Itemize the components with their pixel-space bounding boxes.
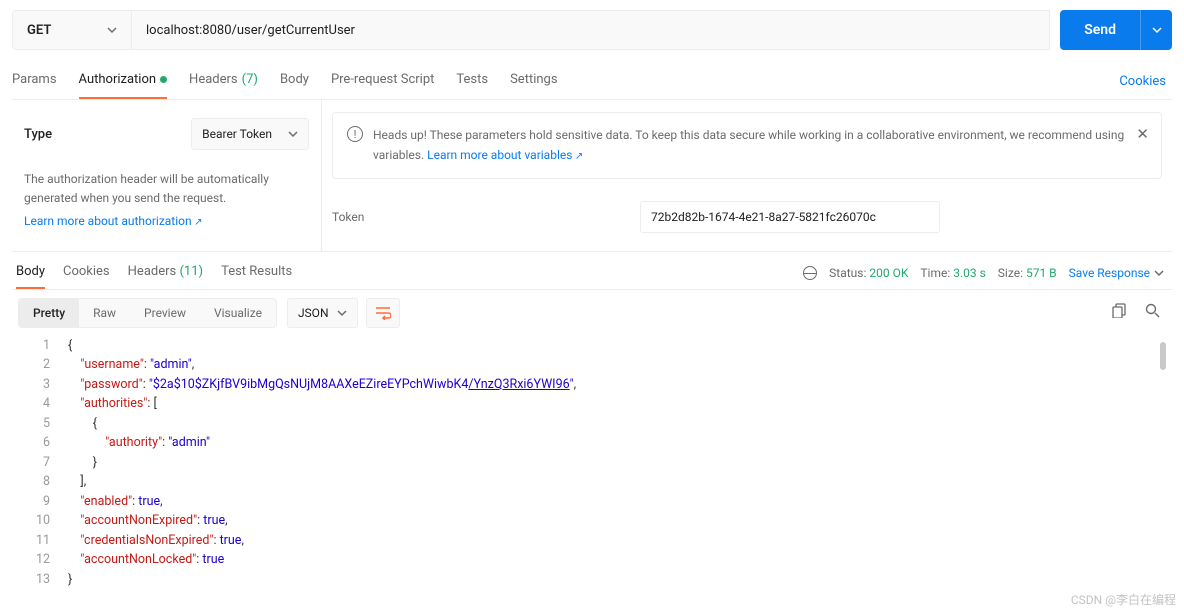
close-icon[interactable]: ✕: [1136, 125, 1149, 143]
send-dropdown-button[interactable]: [1140, 10, 1172, 50]
view-pretty[interactable]: Pretty: [19, 299, 79, 327]
tab-authorization[interactable]: Authorization: [79, 64, 168, 99]
auth-type-label: Type: [24, 127, 52, 142]
code-line: 3 "password": "$2a$10$ZKjfBV9ibMgQsNUjM8…: [12, 375, 1172, 395]
wrap-lines-button[interactable]: [366, 298, 400, 328]
code-line: 8 ],: [12, 472, 1172, 492]
time-value: 3.03 s: [953, 266, 986, 280]
code-line: 5 {: [12, 414, 1172, 434]
auth-description: The authorization header will be automat…: [24, 170, 309, 208]
active-dot-icon: [160, 76, 167, 83]
url-input[interactable]: localhost:8080/user/getCurrentUser: [132, 10, 1050, 50]
response-body[interactable]: 1{2 "username": "admin",3 "password": "$…: [12, 336, 1172, 600]
format-select[interactable]: JSON: [287, 298, 358, 328]
info-icon: !: [347, 126, 363, 142]
tab-tests[interactable]: Tests: [456, 64, 488, 99]
token-label: Token: [332, 210, 640, 224]
size-value: 571 B: [1026, 266, 1057, 280]
chevron-down-icon: [1152, 25, 1162, 35]
send-button[interactable]: Send: [1060, 10, 1140, 50]
code-line: 13}: [12, 570, 1172, 590]
method-select[interactable]: GET: [12, 10, 132, 50]
resp-tab-body[interactable]: Body: [16, 258, 45, 289]
tab-settings[interactable]: Settings: [510, 64, 557, 99]
copy-icon[interactable]: [1112, 303, 1127, 322]
auth-type-select[interactable]: Bearer Token: [191, 118, 309, 150]
cookies-link[interactable]: Cookies: [1119, 74, 1172, 89]
method-value: GET: [27, 23, 51, 38]
info-banner: ! Heads up! These parameters hold sensit…: [332, 112, 1162, 179]
view-raw[interactable]: Raw: [79, 299, 130, 327]
code-line: 7 }: [12, 453, 1172, 473]
code-line: 4 "authorities": [: [12, 394, 1172, 414]
code-line: 12 "accountNonLocked": true: [12, 550, 1172, 570]
chevron-down-icon: [1154, 268, 1164, 278]
search-icon[interactable]: [1145, 303, 1160, 322]
chevron-down-icon: [337, 308, 347, 318]
resp-tab-headers[interactable]: Headers (11): [128, 258, 203, 289]
scrollbar-thumb[interactable]: [1160, 342, 1166, 370]
tab-params[interactable]: Params: [12, 64, 57, 99]
globe-icon[interactable]: [803, 266, 817, 280]
view-visualize[interactable]: Visualize: [200, 299, 276, 327]
resp-tab-cookies[interactable]: Cookies: [63, 258, 110, 289]
url-value: localhost:8080/user/getCurrentUser: [146, 23, 355, 38]
status-value: 200 OK: [869, 266, 908, 280]
resp-tab-test-results[interactable]: Test Results: [221, 258, 292, 289]
tab-body[interactable]: Body: [280, 64, 309, 99]
token-input[interactable]: [640, 201, 940, 233]
tab-headers[interactable]: Headers (7): [189, 64, 258, 99]
view-preview[interactable]: Preview: [130, 299, 200, 327]
code-line: 2 "username": "admin",: [12, 355, 1172, 375]
tab-prerequest-script[interactable]: Pre-request Script: [331, 64, 434, 99]
code-line: 9 "enabled": true,: [12, 492, 1172, 512]
learn-auth-link[interactable]: Learn more about authorization: [24, 214, 202, 228]
code-line: 6 "authority": "admin": [12, 433, 1172, 453]
learn-variables-link[interactable]: Learn more about variables: [427, 148, 583, 162]
chevron-down-icon: [288, 129, 298, 139]
code-line: 11 "credentialsNonExpired": true,: [12, 531, 1172, 551]
watermark: CSDN @李白在编程: [1071, 591, 1176, 608]
chevron-down-icon: [107, 25, 117, 35]
wrap-icon: [375, 306, 391, 320]
code-line: 10 "accountNonExpired": true,: [12, 511, 1172, 531]
code-line: 1{: [12, 336, 1172, 356]
save-response-button[interactable]: Save Response: [1069, 266, 1164, 280]
